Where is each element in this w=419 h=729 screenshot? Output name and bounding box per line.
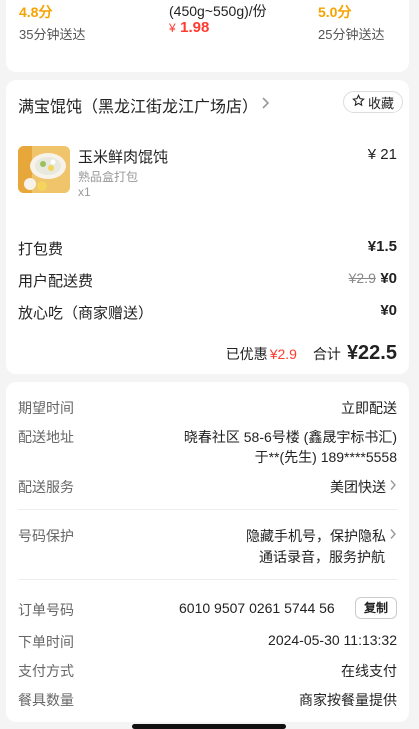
right-delivery-time: 25分钟送达: [318, 27, 385, 42]
order-items-card: 满宝馄饨（黑龙江街龙江广场店） 收藏 玉米鲜肉馄饨 熟品盒打包 x1 ¥ 21 …: [6, 80, 409, 374]
middle-price-value: 1.98: [180, 19, 210, 36]
home-indicator: [132, 724, 286, 729]
chevron-right-icon: [389, 478, 397, 496]
store-link[interactable]: 满宝馄饨（黑龙江街龙江广场店）: [18, 93, 270, 117]
delivery-fee-label: 用户配送费: [18, 273, 94, 290]
payment-value: 在线支付: [341, 663, 397, 679]
order-number-label: 订单号码: [18, 602, 74, 618]
store-name: 满宝馄饨（黑龙江街龙江广场店）: [18, 99, 259, 116]
middle-price: ¥ 1.98: [169, 19, 209, 37]
total-label: 合计: [312, 346, 341, 362]
address-contact: 于**(先生) 189****5558: [254, 449, 397, 465]
address-label: 配送地址: [18, 429, 74, 445]
utensils-label: 餐具数量: [18, 692, 74, 708]
middle-currency: ¥: [169, 21, 176, 35]
order-time-label: 下单时间: [18, 634, 74, 650]
packing-fee-label: 打包费: [18, 241, 64, 258]
privacy-label: 号码保护: [18, 528, 74, 544]
privacy-line1: 隐藏手机号，保护隐私: [246, 528, 386, 544]
chevron-right-icon: [389, 527, 397, 545]
delivery-service-link[interactable]: 美团快送: [330, 477, 397, 497]
packing-fee-value: ¥1.5: [367, 238, 397, 255]
privacy-link[interactable]: 隐藏手机号，保护隐私: [246, 526, 397, 546]
star-icon: [352, 94, 365, 110]
address-line1: 晓春社区 58-6号楼 (鑫晟宇标书汇): [183, 429, 397, 445]
divider: [18, 579, 397, 580]
delivery-service-label: 配送服务: [18, 479, 74, 495]
privacy-line2: 通话录音，服务护航: [259, 549, 385, 565]
insurance-value: ¥0: [380, 302, 397, 319]
delivery-fee-original: ¥2.9: [348, 270, 376, 286]
middle-spec: (450g~550g)/份: [169, 3, 267, 19]
order-info-card: 期望时间 立即配送 配送地址 晓春社区 58-6号楼 (鑫晟宇标书汇) 于**(…: [6, 382, 409, 722]
chevron-right-icon: [260, 96, 270, 115]
item-thumbnail[interactable]: [18, 146, 70, 193]
item-quantity: x1: [78, 185, 91, 199]
payment-label: 支付方式: [18, 663, 74, 679]
delivery-service-value: 美团快送: [330, 479, 386, 495]
delivery-fee-values: ¥2.9 ¥0: [349, 270, 397, 288]
discount-value: ¥2.9: [269, 346, 297, 362]
right-rating: 5.0分: [318, 4, 352, 20]
insurance-label: 放心吃（商家赠送）: [18, 305, 154, 322]
divider: [18, 509, 397, 510]
recommendation-card: 4.8分 35分钟送达 (450g~550g)/份 ¥ 1.98 5.0分 25…: [6, 0, 409, 72]
left-rating: 4.8分: [19, 4, 53, 20]
order-number-value: 6010 9507 0261 5744 56: [179, 600, 335, 616]
expected-time-label: 期望时间: [18, 400, 74, 416]
expected-time-value: 立即配送: [341, 400, 397, 416]
copy-button[interactable]: 复制: [354, 597, 397, 619]
discount-label: 已优惠: [225, 346, 268, 362]
item-name: 玉米鲜肉馄饨: [78, 149, 169, 166]
utensils-value: 商家按餐量提供: [299, 692, 397, 708]
favorite-button[interactable]: 收藏: [343, 91, 404, 113]
item-packaging: 熟品盒打包: [78, 170, 139, 184]
order-time-value: 2024-05-30 11:13:32: [268, 632, 397, 648]
total-value: ¥22.5: [346, 342, 397, 364]
delivery-fee-value: ¥0: [380, 270, 397, 287]
favorite-label: 收藏: [368, 95, 395, 111]
item-price: ¥ 21: [367, 146, 397, 163]
left-delivery-time: 35分钟送达: [19, 27, 86, 42]
order-summary: 已优惠 ¥2.9 合计 ¥22.5: [226, 342, 397, 365]
